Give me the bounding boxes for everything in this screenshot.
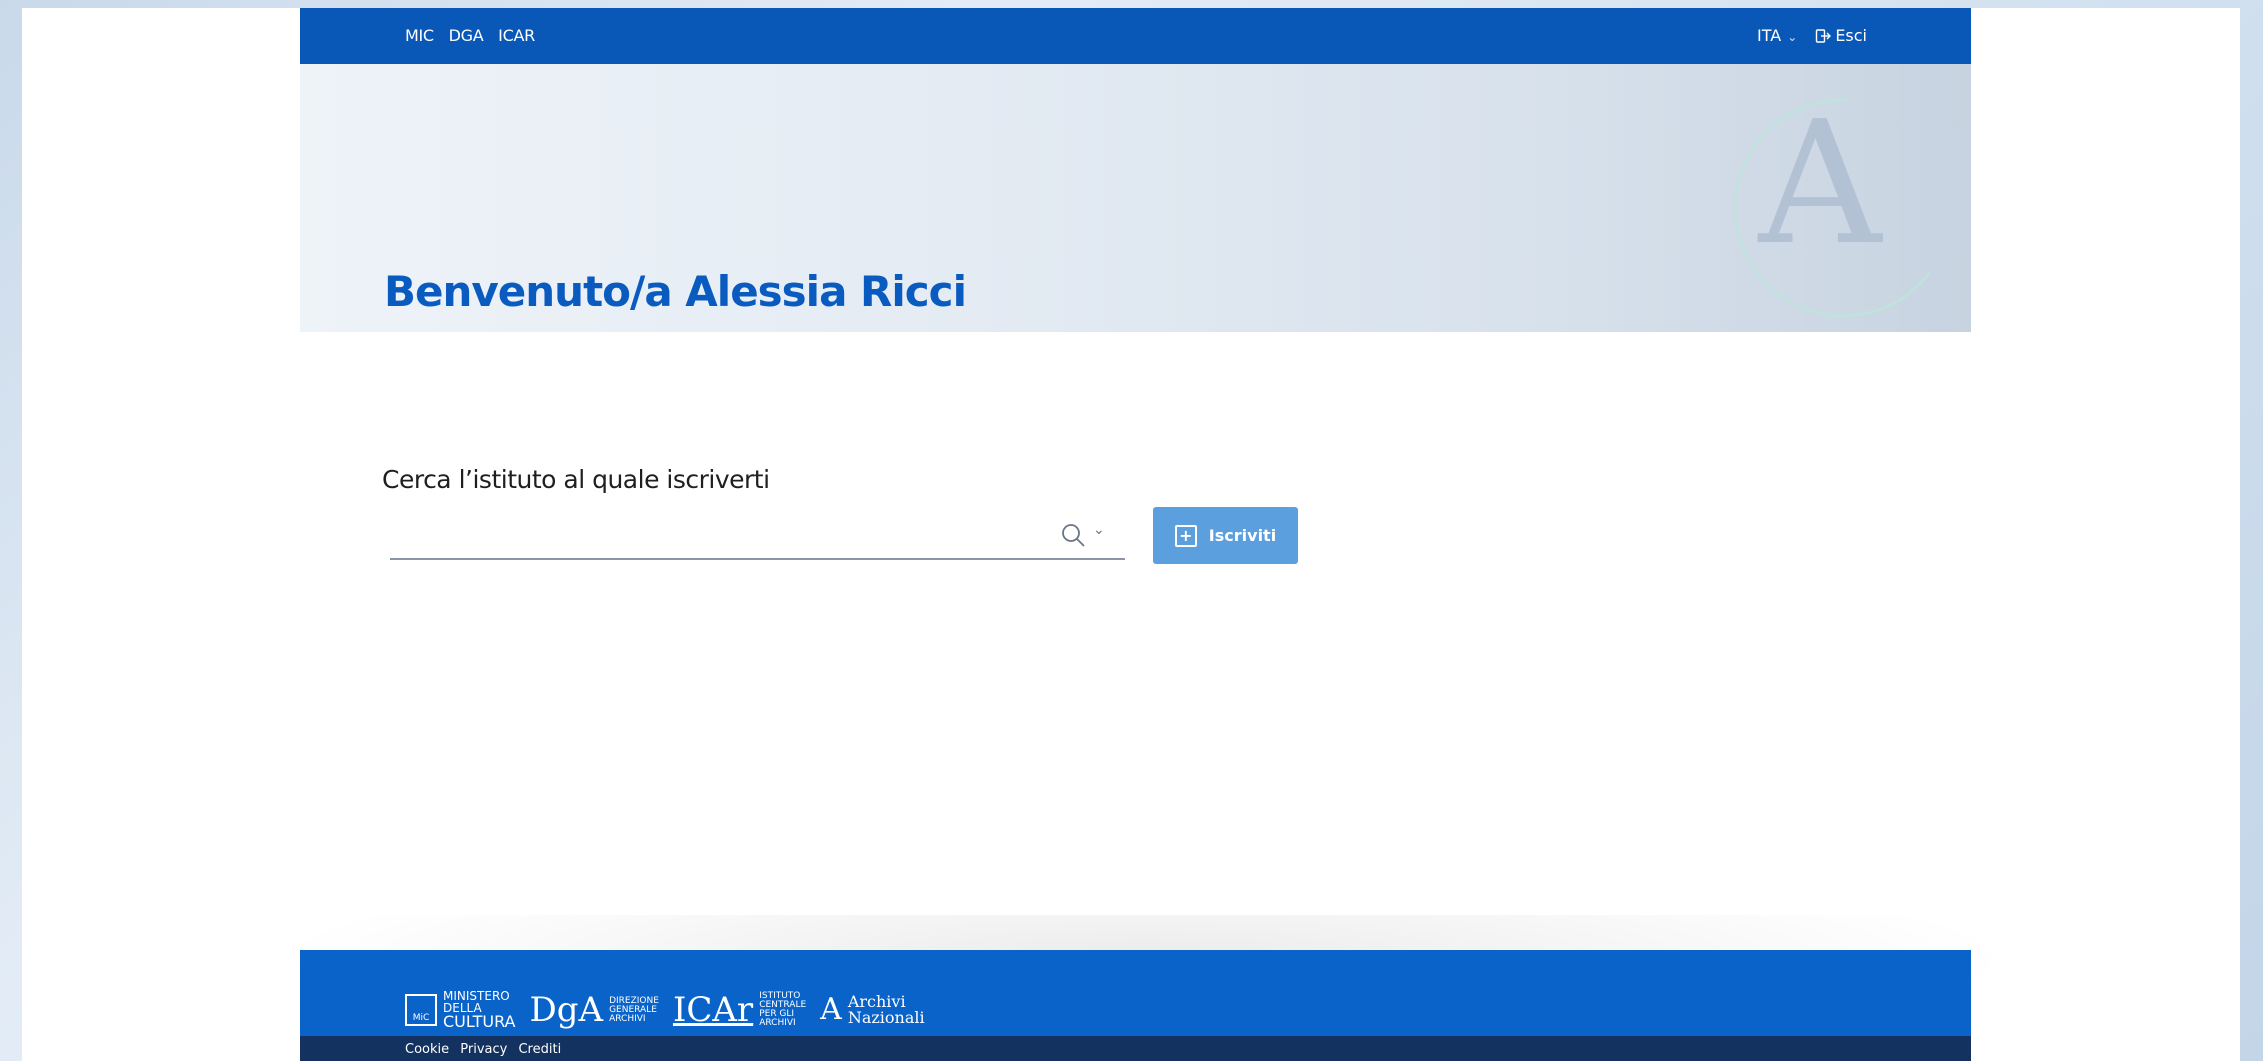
logout-button[interactable]: Esci: [1815, 26, 1867, 45]
language-selector[interactable]: ITA ⌄: [1757, 26, 1797, 45]
search-label: Cerca l’istituto al quale iscriverti: [382, 465, 770, 494]
logo-archivi-nazionali[interactable]: A Archivi Nazionali: [820, 994, 924, 1026]
top-links: MIC DGA ICAR: [405, 26, 545, 45]
icar-mark: ICAr: [672, 990, 754, 1030]
watermark-letter: A: [1758, 85, 1884, 283]
logo-dga[interactable]: DgA DIREZIONE GENERALE ARCHIVI: [529, 990, 659, 1030]
logout-label: Esci: [1835, 26, 1867, 45]
archive-logo-watermark: A: [1733, 85, 1932, 318]
link-icar[interactable]: ICAR: [498, 26, 535, 45]
top-right: ITA ⌄ Esci: [1757, 26, 1867, 45]
language-label: ITA: [1757, 26, 1782, 45]
top-bar: MIC DGA ICAR ITA ⌄ Esci: [300, 8, 1971, 64]
link-dga[interactable]: DGA: [449, 26, 484, 45]
chevron-down-icon[interactable]: ⌄: [1093, 522, 1105, 538]
link-mic[interactable]: MIC: [405, 26, 434, 45]
dga-line-3: ARCHIVI: [609, 1013, 646, 1024]
mic-emblem: MiC: [405, 994, 437, 1026]
icar-line-4: ARCHIVI: [759, 1018, 796, 1028]
an-letter: A: [820, 992, 842, 1027]
dga-mark: DgA: [529, 990, 604, 1030]
search-icon: [1062, 524, 1085, 547]
footer: MiC MINISTERO DELLA CULTURA DgA DIREZION…: [300, 950, 1971, 1061]
search-input[interactable]: [390, 520, 1044, 554]
an-line-2: Nazionali: [847, 1008, 925, 1027]
plus-square-icon: +: [1174, 524, 1197, 547]
footer-logos: MiC MINISTERO DELLA CULTURA DgA DIREZION…: [405, 990, 925, 1030]
logout-icon: [1816, 29, 1832, 43]
logo-icar[interactable]: ICAr ISTITUTO CENTRALE PER GLI ARCHIVI: [673, 992, 806, 1028]
institute-search[interactable]: ⌄: [390, 514, 1125, 560]
logo-ministero-cultura[interactable]: MiC MINISTERO DELLA CULTURA: [405, 990, 516, 1030]
welcome-heading: Benvenuto/a Alessia Ricci: [384, 267, 967, 316]
footer-bottom-bar: Cookie Privacy Crediti: [300, 1036, 1971, 1061]
footer-link-cookie[interactable]: Cookie: [405, 1042, 449, 1057]
hero-banner: Benvenuto/a Alessia Ricci A: [300, 64, 1971, 332]
subscribe-button[interactable]: + Iscriviti: [1153, 507, 1298, 564]
subscribe-label: Iscriviti: [1208, 526, 1277, 545]
footer-link-crediti[interactable]: Crediti: [518, 1042, 561, 1057]
footer-link-privacy[interactable]: Privacy: [460, 1042, 507, 1057]
mic-line-3: CULTURA: [443, 1012, 516, 1031]
chevron-down-icon: ⌄: [1787, 30, 1798, 44]
